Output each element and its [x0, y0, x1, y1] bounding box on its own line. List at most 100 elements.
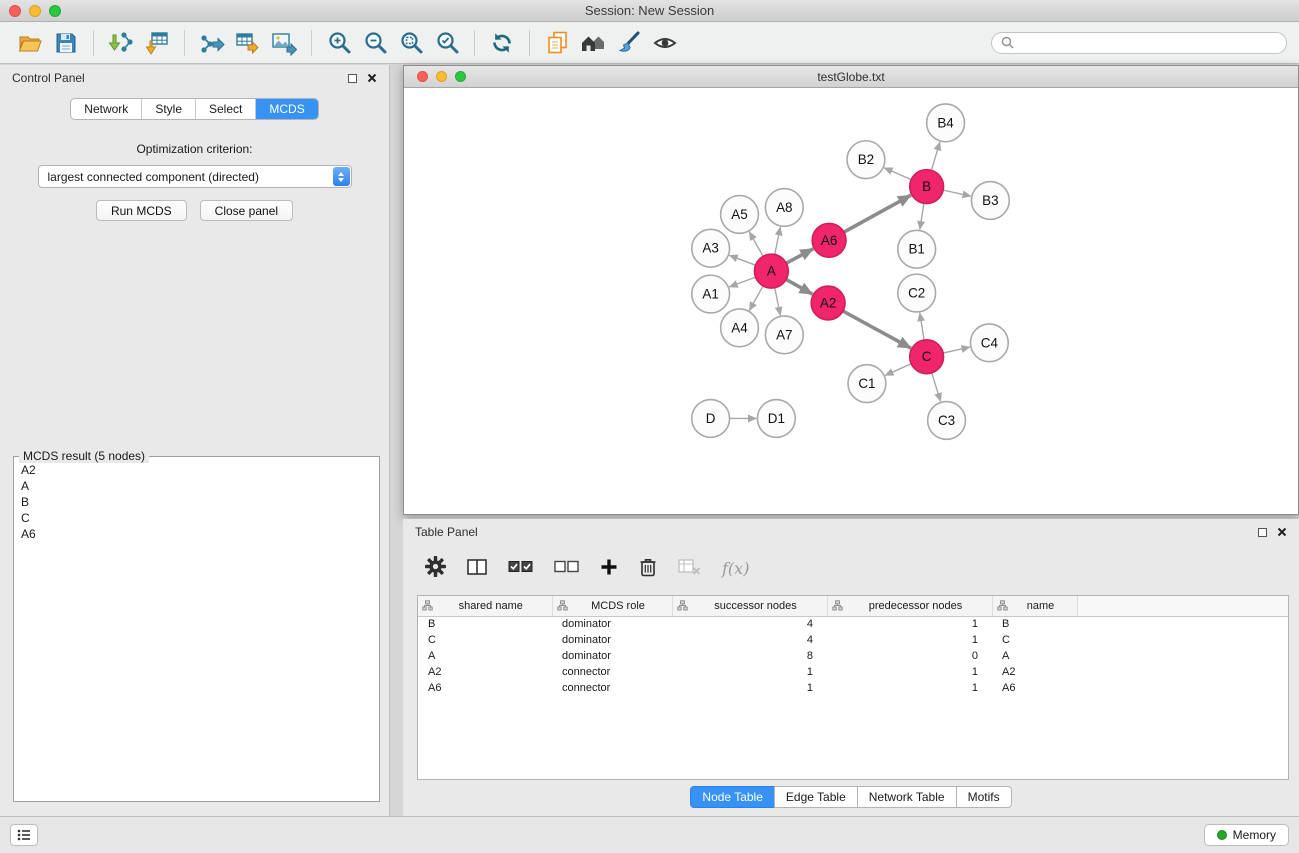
select-all-button[interactable]	[508, 559, 533, 578]
edge-A-A8[interactable]	[775, 227, 781, 255]
close-panel-button[interactable]: Close panel	[200, 200, 293, 221]
network-canvas[interactable]: B4 B2 B B3 A8A5 A6 A3 B1 A A1 C2 A2 A4A7 C4 C C1 C3 D D1	[404, 89, 1298, 514]
search-input[interactable]	[1019, 36, 1277, 50]
tab-select[interactable]: Select	[195, 99, 255, 119]
maximize-view-button[interactable]	[455, 71, 466, 82]
edge-B-B4[interactable]	[931, 142, 939, 170]
table-row[interactable]: Bdominator41B	[418, 616, 1288, 632]
edge-A6-B[interactable]	[844, 195, 911, 232]
network-node-A7[interactable]: A7	[765, 316, 803, 354]
network-node-C2[interactable]: C2	[898, 274, 936, 312]
export-network-button[interactable]	[194, 27, 230, 59]
tab-style[interactable]: Style	[141, 99, 195, 119]
column-header-name[interactable]: name	[992, 596, 1077, 616]
mcds-result-item[interactable]: B	[21, 494, 372, 510]
zoom-in-button[interactable]	[321, 27, 357, 59]
delete-table-button[interactable]	[678, 558, 701, 579]
tab-mcds[interactable]: MCDS	[255, 99, 317, 119]
network-node-B1[interactable]: B1	[898, 230, 936, 268]
run-mcds-button[interactable]: Run MCDS	[96, 200, 187, 221]
edge-B-B2[interactable]	[884, 168, 911, 180]
close-view-button[interactable]	[417, 71, 428, 82]
table-row[interactable]: A2connector11A2	[418, 664, 1288, 680]
mcds-result-item[interactable]: A6	[21, 526, 372, 542]
network-node-B2[interactable]: B2	[847, 141, 885, 179]
edge-C-C1[interactable]	[885, 364, 911, 376]
network-node-C[interactable]: C	[910, 340, 944, 374]
add-button[interactable]	[600, 558, 618, 579]
criterion-dropdown[interactable]: largest connected component (directed)	[38, 165, 352, 188]
table-row[interactable]: Cdominator41C	[418, 632, 1288, 648]
show-hide-button[interactable]	[647, 27, 683, 59]
close-panel-icon[interactable]	[367, 73, 377, 83]
edge-A-A3[interactable]	[729, 255, 755, 265]
network-node-A8[interactable]: A8	[765, 189, 803, 227]
network-node-A5[interactable]: A5	[721, 195, 759, 233]
zoom-selected-button[interactable]	[429, 27, 465, 59]
network-node-A3[interactable]: A3	[692, 229, 730, 267]
show-panel-button[interactable]	[10, 824, 38, 846]
import-network-button[interactable]	[103, 27, 139, 59]
network-node-B3[interactable]: B3	[971, 182, 1009, 220]
save-session-button[interactable]	[48, 27, 84, 59]
float-panel-icon[interactable]	[348, 74, 357, 83]
network-node-A1[interactable]: A1	[692, 275, 730, 313]
network-node-A6[interactable]: A6	[812, 223, 846, 257]
column-header-shared-name[interactable]: shared name	[418, 596, 552, 616]
edge-B-B1[interactable]	[920, 203, 924, 229]
minimize-window-button[interactable]	[29, 5, 41, 17]
network-node-D1[interactable]: D1	[757, 400, 795, 438]
delete-button[interactable]	[639, 557, 657, 580]
apply-style-button[interactable]	[611, 27, 647, 59]
memory-button[interactable]: Memory	[1204, 824, 1289, 846]
float-table-panel-icon[interactable]	[1258, 528, 1267, 537]
table-row[interactable]: A6connector11A6	[418, 680, 1288, 696]
table-settings-button[interactable]	[425, 556, 446, 580]
edge-B-B3[interactable]	[943, 190, 971, 196]
edge-A-A7[interactable]	[775, 288, 781, 316]
mcds-result-item[interactable]: C	[21, 510, 372, 526]
network-node-B4[interactable]: B4	[927, 104, 965, 142]
edge-A2-C[interactable]	[843, 311, 911, 348]
network-node-C3[interactable]: C3	[928, 402, 966, 440]
network-node-B[interactable]: B	[910, 170, 944, 204]
network-node-A[interactable]: A	[754, 254, 788, 288]
import-table-button[interactable]	[139, 27, 175, 59]
tab-node-table[interactable]: Node Table	[690, 786, 775, 808]
network-node-D[interactable]: D	[692, 400, 730, 438]
column-header-predecessor-nodes[interactable]: predecessor nodes	[827, 596, 992, 616]
show-all-views-button[interactable]	[575, 27, 611, 59]
tab-motifs[interactable]: Motifs	[956, 786, 1012, 808]
column-header-successor-nodes[interactable]: successor nodes	[672, 596, 827, 616]
edge-A-A6[interactable]	[786, 249, 813, 263]
network-node-C1[interactable]: C1	[848, 365, 886, 403]
edge-A-A2[interactable]	[786, 279, 812, 294]
search-field[interactable]	[991, 32, 1287, 54]
network-node-C4[interactable]: C4	[970, 324, 1008, 362]
zoom-fit-button[interactable]	[393, 27, 429, 59]
mcds-result-item[interactable]: A2	[21, 462, 372, 478]
edge-C-C3[interactable]	[932, 373, 941, 402]
edge-C-C4[interactable]	[943, 347, 970, 353]
tab-edge-table[interactable]: Edge Table	[774, 786, 858, 808]
refresh-layout-button[interactable]	[484, 27, 520, 59]
network-node-A2[interactable]: A2	[811, 286, 845, 320]
edge-C-C2[interactable]	[920, 313, 924, 340]
duplicate-view-button[interactable]	[539, 27, 575, 59]
column-header-mcds-role[interactable]: MCDS role	[552, 596, 672, 616]
function-builder-button[interactable]: f(x)	[722, 559, 749, 578]
show-columns-button[interactable]	[467, 558, 487, 579]
close-table-panel-icon[interactable]	[1277, 527, 1287, 537]
export-table-button[interactable]	[230, 27, 266, 59]
table-row[interactable]: Adominator80A	[418, 648, 1288, 664]
zoom-out-button[interactable]	[357, 27, 393, 59]
edge-A-A4[interactable]	[749, 286, 763, 311]
deselect-all-button[interactable]	[554, 559, 579, 578]
mcds-result-item[interactable]: A	[21, 478, 372, 494]
minimize-view-button[interactable]	[436, 71, 447, 82]
network-node-A4[interactable]: A4	[721, 309, 759, 347]
edge-A-A1[interactable]	[729, 277, 755, 287]
tab-network-table[interactable]: Network Table	[857, 786, 957, 808]
edge-A-A5[interactable]	[749, 232, 763, 257]
fullscreen-window-button[interactable]	[49, 5, 61, 17]
